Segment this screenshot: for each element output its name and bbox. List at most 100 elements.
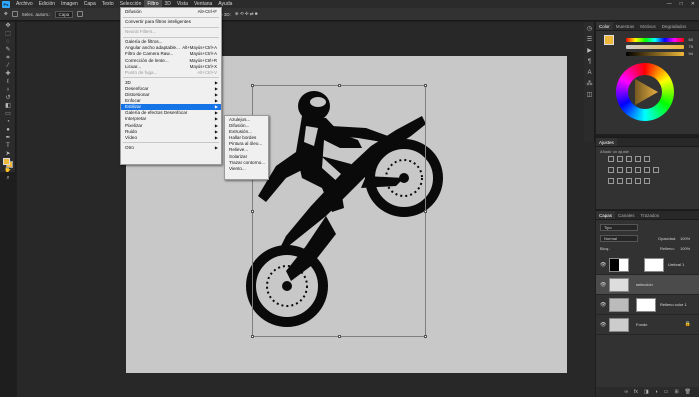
marquee-tool-icon[interactable]: ⬚: [2, 31, 14, 38]
tab-channels[interactable]: Canales: [615, 211, 638, 219]
filter-menu-item-difusion[interactable]: Difusión Alt+Ctrl+F: [121, 9, 221, 15]
add-mask-icon[interactable]: ◨: [644, 387, 649, 397]
exposure-icon[interactable]: [635, 156, 641, 162]
tab-patterns[interactable]: Motivos: [637, 22, 659, 30]
menu-archivo[interactable]: Archivo: [13, 0, 36, 8]
layer-row-seleccion[interactable]: 👁 selección: [596, 275, 699, 295]
zoom-tool-icon[interactable]: ⌕: [2, 175, 14, 182]
channel-mixer-icon[interactable]: [644, 167, 650, 173]
layer-kind-filter[interactable]: Tipo: [600, 224, 638, 231]
move-tool-icon[interactable]: ✥: [2, 23, 14, 30]
glyphs-icon[interactable]: ⁂: [585, 80, 594, 88]
filter-menu-item-neural-filters[interactable]: Neural Filters...: [121, 29, 221, 35]
hand-tool-icon[interactable]: ✋: [2, 167, 14, 174]
filter-menu-item-otro[interactable]: Otro ▶: [121, 145, 221, 151]
gradient-map-icon[interactable]: [644, 178, 650, 184]
new-adjustment-icon[interactable]: ◑: [655, 387, 658, 397]
tab-adjustments[interactable]: Ajustes: [596, 138, 617, 146]
photo-filter-icon[interactable]: [635, 167, 641, 173]
transform-handle-br[interactable]: [424, 335, 427, 338]
color-foreground-chip[interactable]: [604, 35, 614, 45]
delete-icon[interactable]: 🗑: [685, 387, 691, 397]
eraser-tool-icon[interactable]: ◧: [2, 103, 14, 110]
minimize-button[interactable]: —: [667, 0, 672, 8]
filter-menu-item-convertir-para-filtros-inteligentes[interactable]: Convertir para filtros inteligentes: [121, 19, 221, 25]
type-tool-icon[interactable]: T: [2, 143, 14, 150]
threshold-icon[interactable]: [626, 178, 632, 184]
gradient-tool-icon[interactable]: ▭: [2, 111, 14, 118]
move-tool-icon[interactable]: ✥: [4, 11, 8, 17]
brightness-slider[interactable]: [626, 52, 684, 56]
transform-handle-tl[interactable]: [251, 84, 254, 87]
posterize-icon[interactable]: [617, 178, 623, 184]
color-balance-icon[interactable]: [617, 167, 623, 173]
new-group-icon[interactable]: ▭: [664, 387, 669, 397]
levels-icon[interactable]: [617, 156, 623, 162]
transform-handle-tr[interactable]: [424, 84, 427, 87]
vibrance-icon[interactable]: [644, 156, 650, 162]
transform-bounding-box[interactable]: [251, 84, 427, 338]
character-icon[interactable]: A: [585, 69, 594, 77]
transform-handle-tc[interactable]: [338, 84, 341, 87]
fx-icon[interactable]: fx: [634, 387, 638, 397]
link-icon[interactable]: ∞: [624, 387, 628, 397]
visibility-eye-icon[interactable]: 👁: [600, 302, 606, 308]
brush-tool-icon[interactable]: ℓ: [2, 79, 14, 86]
menu-capa[interactable]: Capa: [81, 0, 99, 8]
layer-mask-thumb[interactable]: [644, 258, 664, 272]
history-icon[interactable]: ◷: [585, 25, 594, 33]
foreground-color-swatch[interactable]: [3, 158, 10, 165]
tab-paths[interactable]: Trazados: [638, 211, 663, 219]
orbit-3d-icon[interactable]: ⊕ ⟲ ✣ ⇄ ■: [235, 11, 258, 17]
libraries-icon[interactable]: ◫: [585, 91, 594, 99]
show-transform-checkbox[interactable]: [77, 11, 84, 17]
transform-handle-bl[interactable]: [251, 335, 254, 338]
filter-menu-item-video[interactable]: Vídeo ▶: [121, 135, 221, 141]
layer-mask-thumb[interactable]: [636, 298, 656, 312]
healing-brush-tool-icon[interactable]: ✚: [2, 71, 14, 78]
layer-row-umbral[interactable]: 👁 Umbral 1: [596, 255, 699, 275]
selective-color-icon[interactable]: [635, 178, 641, 184]
properties-icon[interactable]: ☰: [585, 36, 594, 44]
layer-row-relleno[interactable]: 👁 Relleno color 1: [596, 295, 699, 315]
black-white-icon[interactable]: [626, 167, 632, 173]
opacity-value[interactable]: 100%: [680, 236, 690, 241]
new-layer-icon[interactable]: ⊞: [674, 387, 678, 397]
tab-color[interactable]: Color: [596, 22, 613, 30]
lasso-tool-icon[interactable]: ◌: [2, 39, 14, 46]
tab-gradients[interactable]: Degradados: [659, 22, 690, 30]
tab-swatches[interactable]: Muestras: [613, 22, 638, 30]
color-triangle[interactable]: [628, 75, 662, 109]
photoshop-logo[interactable]: Ps: [2, 0, 10, 8]
actions-icon[interactable]: ▶: [585, 47, 594, 55]
paragraph-icon[interactable]: ¶: [585, 58, 594, 66]
blur-tool-icon[interactable]: ◔: [2, 119, 14, 126]
path-select-tool-icon[interactable]: ➤: [2, 151, 14, 158]
transform-handle-mr[interactable]: [424, 210, 427, 213]
menu-texto[interactable]: Texto: [99, 0, 117, 8]
saturation-value[interactable]: 75: [689, 44, 693, 49]
tab-layers[interactable]: Capas: [596, 211, 616, 219]
filter-menu-item-punto-de-fuga[interactable]: Punto de fuga... Alt+Ctrl+V: [121, 70, 221, 76]
crop-tool-icon[interactable]: ⌗: [2, 55, 14, 62]
layer-row-fondo[interactable]: 👁 Fondo 🔒: [596, 315, 699, 335]
auto-select-target-select[interactable]: Capa: [54, 10, 74, 18]
quick-select-tool-icon[interactable]: ✎: [2, 47, 14, 54]
transform-handle-ml[interactable]: [251, 210, 254, 213]
dodge-tool-icon[interactable]: ●: [2, 127, 14, 134]
auto-select-checkbox[interactable]: [11, 11, 18, 17]
history-brush-tool-icon[interactable]: ↺: [2, 95, 14, 102]
saturation-slider[interactable]: [626, 45, 684, 49]
maximize-button[interactable]: □: [680, 0, 683, 8]
invert-icon[interactable]: [608, 178, 614, 184]
menu-imagen[interactable]: Imagen: [58, 0, 81, 8]
menu-edicion[interactable]: Edición: [36, 0, 58, 8]
brightness-contrast-icon[interactable]: [608, 156, 614, 162]
transform-handle-bc[interactable]: [338, 335, 341, 338]
stamp-tool-icon[interactable]: ♁: [2, 87, 14, 94]
brightness-value[interactable]: 94: [689, 51, 693, 56]
fill-value[interactable]: 100%: [680, 246, 690, 251]
visibility-eye-icon[interactable]: 👁: [600, 262, 606, 268]
eyedropper-tool-icon[interactable]: ⁄: [2, 63, 14, 70]
blend-mode-select[interactable]: Normal: [600, 235, 638, 242]
